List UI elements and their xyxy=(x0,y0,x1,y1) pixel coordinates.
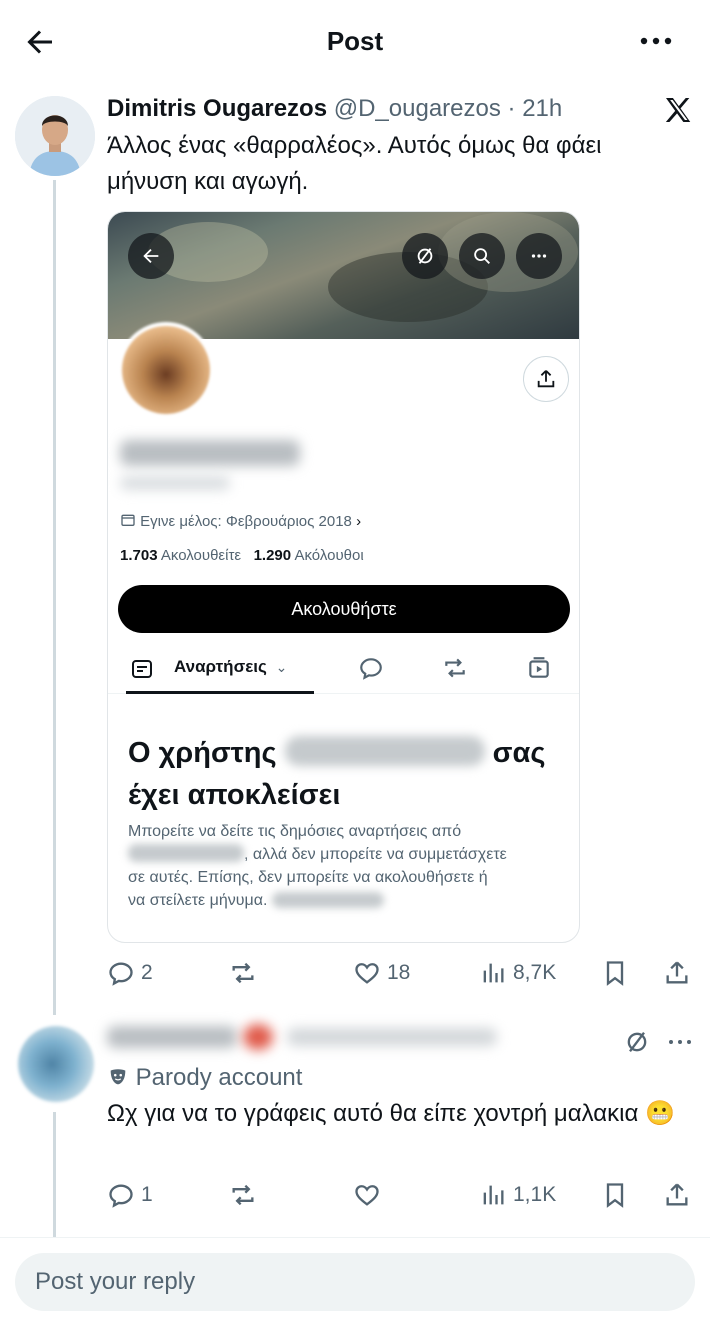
bookmark-icon xyxy=(606,961,624,986)
thread-line xyxy=(53,180,56,1015)
reply-more-icon[interactable] xyxy=(666,1030,694,1054)
parody-text: Parody account xyxy=(135,1064,303,1091)
reply-count: 1 xyxy=(141,1183,153,1206)
blurred-profile-name xyxy=(120,440,300,466)
parody-label: Parody account xyxy=(107,1064,302,1092)
profile-share-icon[interactable] xyxy=(523,356,569,402)
repost-icon xyxy=(232,962,254,984)
reposts-tab-icon[interactable] xyxy=(442,655,470,683)
reply-button[interactable]: 2 xyxy=(107,956,153,990)
profile-tabs: Αναρτήσεις ⌄ xyxy=(108,642,579,694)
reply-count: 2 xyxy=(141,961,153,984)
views-icon xyxy=(483,963,504,983)
reply-mute-icon[interactable] xyxy=(623,1028,651,1056)
reply-text: Ωχ για να το γράφεις αυτό θα είπε χοντρή… xyxy=(107,1100,675,1127)
joined-date: Εγινε μέλος: Φεβρουάριος 2018 › xyxy=(120,512,361,530)
like-button[interactable]: 18 xyxy=(353,956,410,990)
blurred-profile-handle xyxy=(120,476,230,490)
views-button[interactable]: 8,7K xyxy=(479,956,556,990)
reply-icon xyxy=(109,962,133,986)
banner-search-icon[interactable] xyxy=(459,233,505,279)
composer-divider xyxy=(0,1237,710,1238)
author-handle[interactable]: @D_ougarezos xyxy=(334,95,501,122)
reply-button[interactable]: 1 xyxy=(107,1178,153,1212)
page-title: Post xyxy=(326,26,384,56)
repost-button[interactable] xyxy=(229,956,263,990)
reply-actions: 1 1,1K xyxy=(107,1178,697,1212)
reply-avatar[interactable] xyxy=(18,1026,94,1102)
post-time[interactable]: 21h xyxy=(522,95,562,122)
tab-posts-label: Αναρτήσεις ⌄ xyxy=(174,657,288,676)
share-button[interactable] xyxy=(663,956,691,990)
replies-tab-icon[interactable] xyxy=(358,655,386,683)
more-options-icon[interactable] xyxy=(638,28,674,54)
views-icon xyxy=(483,1185,504,1205)
meta-separator: · xyxy=(507,95,516,122)
share-button[interactable] xyxy=(663,1178,691,1212)
heart-icon xyxy=(355,963,379,984)
embedded-screenshot[interactable]: Εγινε μέλος: Φεβρουάριος 2018 › 1.703 Ακ… xyxy=(107,211,580,943)
calendar-icon xyxy=(120,513,140,530)
blurred-username xyxy=(284,736,485,766)
blocked-title: Ο χρήστης σας έχει αποκλείσει xyxy=(128,736,546,811)
thread-line xyxy=(53,1112,56,1237)
heart-icon xyxy=(355,1185,379,1206)
tab-posts[interactable]: Αναρτήσεις ⌄ xyxy=(126,642,314,694)
share-icon xyxy=(666,1183,688,1206)
joined-text: Εγινε μέλος: Φεβρουάριος 2018 xyxy=(140,513,352,530)
views-count: 8,7K xyxy=(513,961,557,984)
reply-composer[interactable] xyxy=(15,1253,695,1311)
x-logo-icon xyxy=(662,94,694,126)
following-count: 1.703 xyxy=(120,547,158,564)
bookmark-button[interactable] xyxy=(601,1178,629,1212)
banner-more-icon[interactable] xyxy=(516,233,562,279)
top-bar: Post xyxy=(0,0,710,82)
repost-icon xyxy=(232,1184,254,1206)
media-tab-icon[interactable] xyxy=(526,655,554,683)
bookmark-button[interactable] xyxy=(601,956,629,990)
like-count: 18 xyxy=(387,961,411,984)
banner-back-icon[interactable] xyxy=(128,233,174,279)
post-text: Άλλος ένας «θαρραλέος». Αυτός όμως θα φά… xyxy=(107,132,602,195)
blocked-body: Μπορείτε να δείτε τις δημόσιες αναρτήσει… xyxy=(128,823,507,909)
reply-icon xyxy=(109,1184,133,1208)
views-button[interactable]: 1,1K xyxy=(479,1178,556,1212)
author-name[interactable]: Dimitris Ougarezos xyxy=(107,95,327,122)
posts-tab-icon xyxy=(130,655,158,683)
followers-count: 1.290 xyxy=(253,547,292,564)
share-icon xyxy=(666,961,688,984)
post-header: Dimitris Ougarezos @D_ougarezos · 21h xyxy=(107,95,562,123)
blurred-profile-avatar xyxy=(118,322,214,418)
parody-mask-icon xyxy=(107,1064,136,1091)
post-actions: 2 18 8,7K xyxy=(107,956,697,990)
like-button[interactable] xyxy=(353,1178,387,1212)
blurred-username-inline xyxy=(128,844,244,862)
following-label: Ακολουθείτε xyxy=(160,547,242,564)
bookmark-icon xyxy=(606,1183,624,1208)
banner-mute-icon[interactable] xyxy=(402,233,448,279)
profile-banner xyxy=(108,212,579,339)
reply-input[interactable] xyxy=(15,1253,695,1311)
chevron-down-icon: ⌄ xyxy=(275,659,288,675)
chevron-right-icon: › xyxy=(356,513,362,530)
follow-button[interactable]: Ακολουθήστε xyxy=(118,585,570,633)
author-avatar[interactable] xyxy=(15,96,95,176)
blurred-username-inline xyxy=(271,892,384,908)
follow-stats: 1.703 Ακολουθείτε 1.290 Ακόλουθοι xyxy=(120,547,364,564)
views-count: 1,1K xyxy=(513,1183,557,1206)
repost-button[interactable] xyxy=(229,1178,263,1212)
followers-label: Ακόλουθοι xyxy=(294,547,364,564)
blurred-reply-author xyxy=(107,1022,507,1052)
